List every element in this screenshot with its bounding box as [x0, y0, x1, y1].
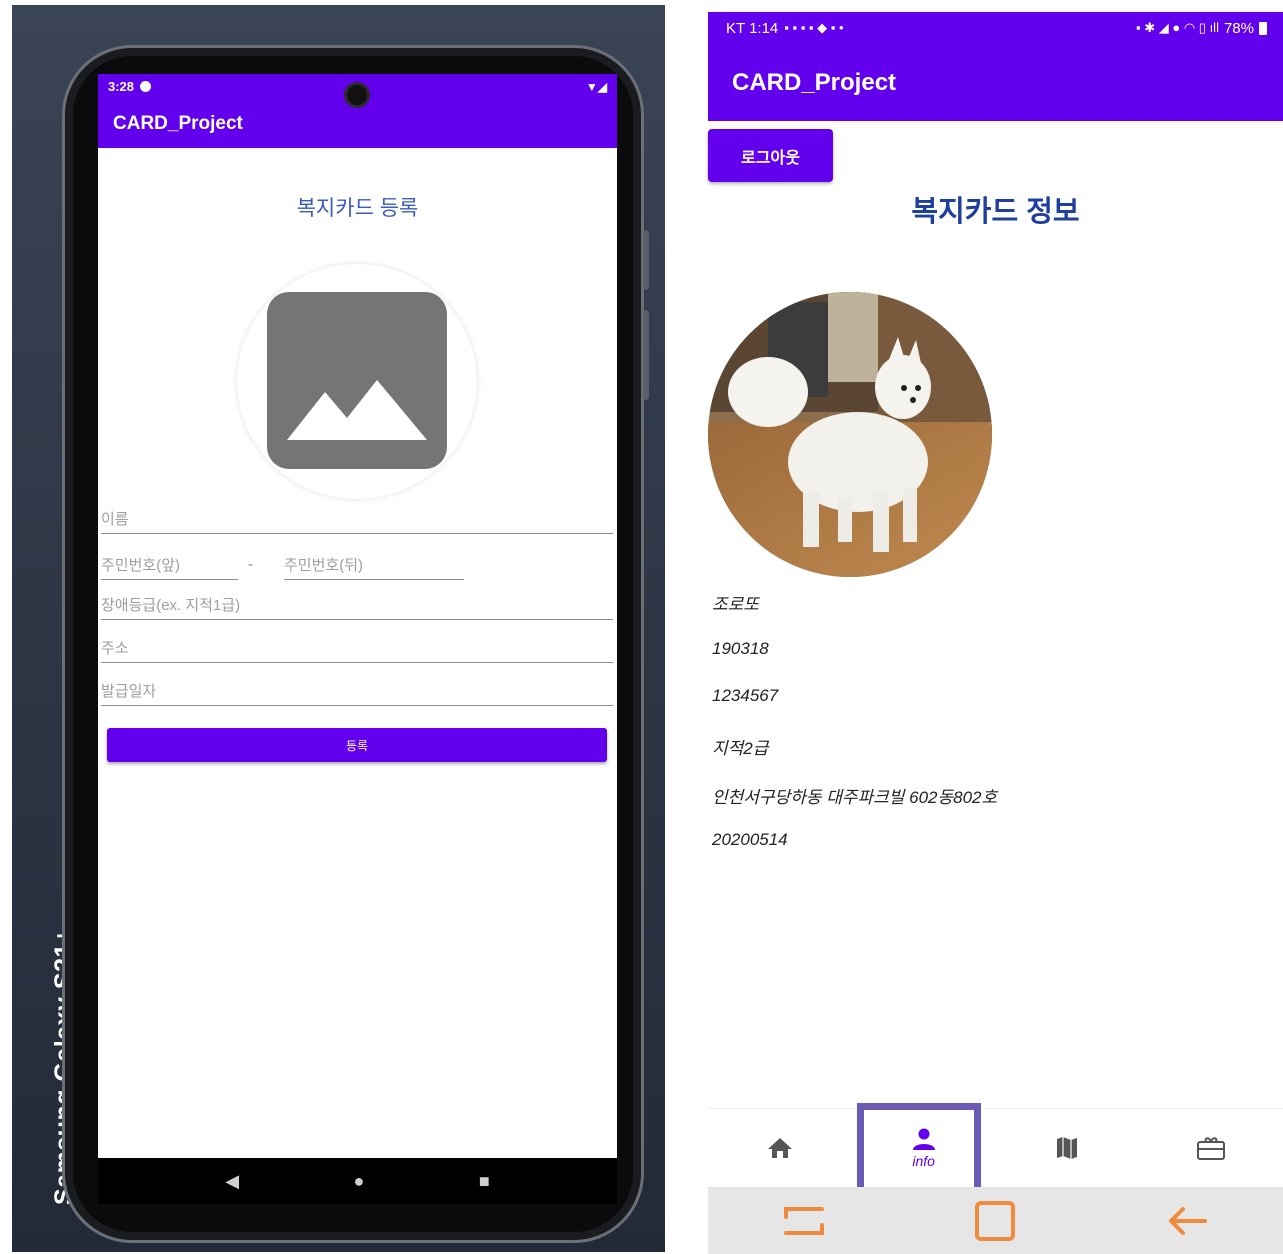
name-placeholder: 이름	[101, 511, 129, 528]
device-system-nav	[708, 1187, 1283, 1254]
rrn-front-placeholder: 주민번호(앞)	[101, 557, 180, 574]
home-nav-icon[interactable]	[973, 1199, 1017, 1243]
notification-icons: ▪ ▪ ▪ ▪ ◆ ▪ •	[784, 20, 844, 35]
phone-power-button	[643, 310, 649, 400]
device-app-title: CARD_Project	[732, 68, 897, 96]
nav-card[interactable]	[1139, 1109, 1283, 1187]
device-status-bar: KT 1:14 ▪ ▪ ▪ ▪ ◆ ▪ • ▪ ✱ ◢ ● ◠ ▯ ıll 78…	[708, 12, 1283, 44]
logout-button[interactable]: 로그아웃	[708, 129, 833, 182]
recents-nav-icon[interactable]	[782, 1201, 826, 1241]
home-icon	[767, 1138, 792, 1158]
front-camera	[344, 82, 370, 108]
rrn-front-field[interactable]: 주민번호(앞)	[101, 554, 238, 580]
screenshot-root: Samsung Galaxy S21+ 3:28 ▼◢ CARD_Project…	[0, 0, 1283, 1254]
info-rrn-front: 190318	[712, 639, 769, 658]
map-icon	[1057, 1137, 1078, 1159]
disability-grade-field[interactable]: 장애등급(ex. 지적1급)	[101, 594, 613, 620]
back-nav-icon[interactable]	[1165, 1204, 1209, 1238]
emulator-nav-bar: ◀ ● ■	[98, 1158, 617, 1204]
wifi-signal-icon: ▼◢	[585, 79, 607, 94]
issue-date-field[interactable]: 발급일자	[101, 680, 613, 706]
battery-level: 78%	[1223, 19, 1254, 37]
card-icon	[1197, 1137, 1226, 1160]
home-nav-icon[interactable]: ●	[354, 1171, 365, 1192]
nav-home[interactable]	[708, 1109, 852, 1187]
issue-date-placeholder: 발급일자	[101, 683, 157, 700]
carrier-time: KT 1:14	[726, 19, 779, 37]
status-time: 3:28	[108, 79, 135, 94]
register-title: 복지카드 등록	[296, 197, 419, 220]
profile-photo	[708, 292, 992, 577]
recents-nav-icon[interactable]: ■	[479, 1171, 490, 1192]
system-status-icons: ▪ ✱ ◢ ● ◠ ▯ ıll	[1136, 20, 1219, 35]
address-field[interactable]: 주소	[101, 637, 613, 663]
phone-volume-button	[643, 230, 649, 290]
nav-map[interactable]	[996, 1109, 1140, 1187]
card-info-title: 복지카드 정보	[911, 196, 1080, 228]
status-app-icon	[140, 81, 152, 92]
rrn-back-field[interactable]: 주민번호(뒤)	[284, 554, 464, 580]
info-name: 조로또	[712, 595, 759, 614]
info-issue-date: 20200514	[712, 830, 788, 849]
emulator-screen: 3:28 ▼◢ CARD_Project 복지카드 등록 이름 주민번호(앞) …	[98, 74, 617, 1204]
address-placeholder: 주소	[101, 640, 129, 657]
disability-placeholder: 장애등급(ex. 지적1급)	[101, 597, 241, 614]
back-nav-icon[interactable]: ◀	[225, 1171, 239, 1192]
info-tab-highlight	[857, 1103, 981, 1195]
rrn-back-placeholder: 주민번호(뒤)	[284, 557, 363, 574]
info-address: 인천서구당하동 대주파크빌 602동802호	[712, 788, 998, 807]
info-disability: 지적2급	[712, 739, 769, 758]
app-title: CARD_Project	[113, 112, 243, 134]
rrn-separator: -	[248, 556, 253, 573]
image-placeholder-icon[interactable]	[267, 292, 447, 469]
bottom-navigation: info	[708, 1108, 1283, 1187]
battery-icon	[1259, 21, 1267, 35]
device-app-bar: CARD_Project	[708, 44, 1283, 121]
name-field[interactable]: 이름	[101, 508, 613, 534]
register-button[interactable]: 등록	[107, 728, 607, 762]
info-rrn-back: 1234567	[712, 686, 779, 705]
